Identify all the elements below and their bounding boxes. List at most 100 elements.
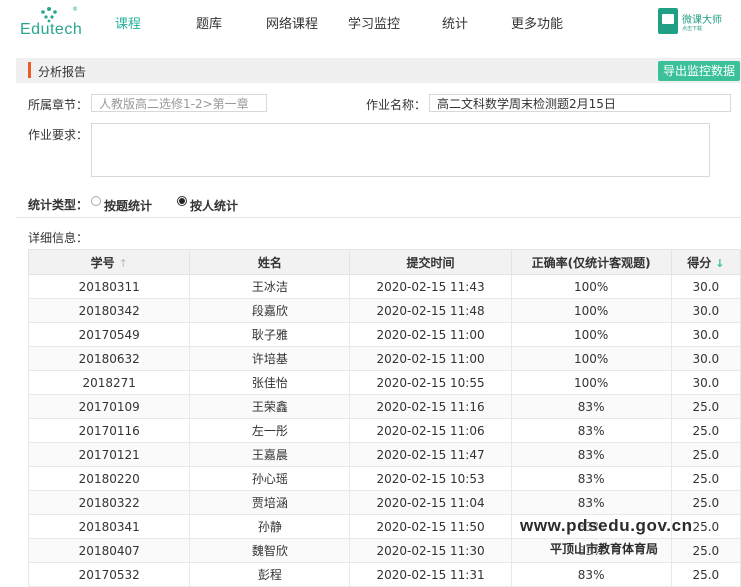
column-header-student-id[interactable]: 学号 ↑ [27,249,191,275]
student-id-cell: 20180342 [27,298,191,323]
student-id-cell: 20180220 [27,466,191,491]
column-header-label: 提交时间 [406,255,455,270]
section-marker [28,62,31,78]
submit-time-cell: 2020-02-15 11:06 [349,418,512,443]
column-header-label: 姓名 [257,255,282,270]
nav-item-more-features[interactable]: 更多功能 [511,13,563,32]
table-header-row: 学号 ↑ 姓名 提交时间 正确率(仅统计客观题) 得分 ↓ [27,249,741,275]
weike-title: 微课大师 [682,15,722,26]
submit-time-cell: 2020-02-15 11:48 [349,298,512,323]
accuracy-cell: 83% [510,442,672,467]
weike-download-button[interactable]: 微课大师 点击下载 [658,6,722,38]
submit-time-cell: 2020-02-15 11:47 [349,442,512,467]
submit-time-cell: 2020-02-15 10:53 [349,466,512,491]
submit-time-cell: 2020-02-15 11:00 [349,322,512,347]
table-row: 20170532 彭程 2020-02-15 11:31 83% 25.0 [27,562,741,587]
table-row: 20180342 段嘉欣 2020-02-15 11:48 100% 30.0 [27,298,741,323]
by-question-radio[interactable] [91,196,101,206]
column-header-label: 得分 [687,255,712,270]
by-person-label[interactable]: 按人统计 [190,197,238,214]
submit-time-cell: 2020-02-15 11:50 [349,514,512,539]
name-cell: 孙心瑶 [189,466,351,491]
column-header-accuracy[interactable]: 正确率(仅统计客观题) [510,249,672,275]
sort-up-arrow-icon[interactable]: ↑ [119,257,128,270]
by-person-radio[interactable] [177,196,187,206]
logo-text: Edutech [20,21,83,38]
student-id-cell: 20170116 [27,418,191,443]
student-id-cell: 20180322 [27,490,191,515]
site-watermark: www.pdsedu.gov.cn 平顶山市教育体育局 [520,516,740,562]
by-question-label[interactable]: 按题统计 [104,197,152,214]
table-row: 20180632 许培基 2020-02-15 11:00 100% 30.0 [27,346,741,371]
student-id-cell: 20180407 [27,538,191,563]
student-id-cell: 20180632 [27,346,191,371]
name-cell: 王嘉晨 [189,442,351,467]
nav-item-online-course[interactable]: 网络课程 [266,13,318,32]
column-header-score[interactable]: 得分 ↓ [670,249,741,275]
edutech-logo[interactable]: Edutech ® [20,6,83,38]
column-header-name[interactable]: 姓名 [189,249,351,275]
table-row: 20170116 左一彤 2020-02-15 11:06 83% 25.0 [27,418,741,443]
chapter-field[interactable]: 人教版高二选修1-2>第一章 [91,94,267,112]
score-cell: 30.0 [670,346,741,371]
table-row: 20180311 王冰洁 2020-02-15 11:43 100% 30.0 [27,274,741,299]
requirement-label: 作业要求： [28,128,89,142]
nav-item-statistics[interactable]: 统计 [442,13,468,32]
submit-time-cell: 2020-02-15 10:55 [349,370,512,395]
accuracy-cell: 83% [510,562,672,587]
score-cell: 25.0 [670,490,741,515]
detail-info-label: 详细信息： [28,231,89,245]
chapter-label: 所属章节： [28,98,89,112]
weike-subtitle: 点击下载 [682,26,703,32]
name-cell: 孙静 [189,514,351,539]
score-cell: 30.0 [670,298,741,323]
sort-down-arrow-icon[interactable]: ↓ [715,257,724,270]
accuracy-cell: 83% [510,466,672,491]
nav-item-learning-monitor[interactable]: 学习监控 [348,13,400,32]
submit-time-cell: 2020-02-15 11:16 [349,394,512,419]
export-monitor-data-button[interactable]: 导出监控数据 [658,61,740,81]
table-row: 20180322 贾培涵 2020-02-15 11:04 83% 25.0 [27,490,741,515]
section-title: 分析报告 [38,65,87,79]
homework-name-label: 作业名称： [366,98,427,112]
submit-time-cell: 2020-02-15 11:04 [349,490,512,515]
name-cell: 魏智欣 [189,538,351,563]
accuracy-cell: 100% [510,274,672,299]
name-cell: 左一彤 [189,418,351,443]
table-row: 20170549 耿子雅 2020-02-15 11:00 100% 30.0 [27,322,741,347]
score-cell: 25.0 [670,394,741,419]
requirement-textarea[interactable] [91,123,710,177]
submit-time-cell: 2020-02-15 11:43 [349,274,512,299]
table-row: 2018271 张佳怡 2020-02-15 10:55 100% 30.0 [27,370,741,395]
score-cell: 30.0 [670,322,741,347]
column-header-submit-time[interactable]: 提交时间 [349,249,512,275]
weike-app-icon [658,8,678,34]
divider [16,217,741,218]
accuracy-cell: 100% [510,370,672,395]
name-cell: 张佳怡 [189,370,351,395]
nav-item-course[interactable]: 课程 [115,13,141,32]
score-cell: 25.0 [670,562,741,587]
student-id-cell: 20170549 [27,322,191,347]
name-cell: 王荣鑫 [189,394,351,419]
nav-item-question-bank[interactable]: 题库 [196,13,222,32]
table-row: 20170109 王荣鑫 2020-02-15 11:16 83% 25.0 [27,394,741,419]
student-id-cell: 20180311 [27,274,191,299]
name-cell: 彭程 [189,562,351,587]
score-cell: 30.0 [670,370,741,395]
submit-time-cell: 2020-02-15 11:30 [349,538,512,563]
accuracy-cell: 100% [510,322,672,347]
watermark-url: www.pdsedu.gov.cn [520,516,693,535]
submit-time-cell: 2020-02-15 11:00 [349,346,512,371]
student-id-cell: 20180341 [27,514,191,539]
table-row: 20170121 王嘉晨 2020-02-15 11:47 83% 25.0 [27,442,741,467]
column-header-label: 正确率(仅统计客观题) [531,255,651,270]
name-cell: 段嘉欣 [189,298,351,323]
name-cell: 耿子雅 [189,322,351,347]
accuracy-cell: 83% [510,490,672,515]
score-cell: 25.0 [670,418,741,443]
name-cell: 许培基 [189,346,351,371]
homework-name-field[interactable]: 高二文科数学周末检测题2月15日 [429,94,731,112]
accuracy-cell: 100% [510,298,672,323]
student-id-cell: 2018271 [27,370,191,395]
